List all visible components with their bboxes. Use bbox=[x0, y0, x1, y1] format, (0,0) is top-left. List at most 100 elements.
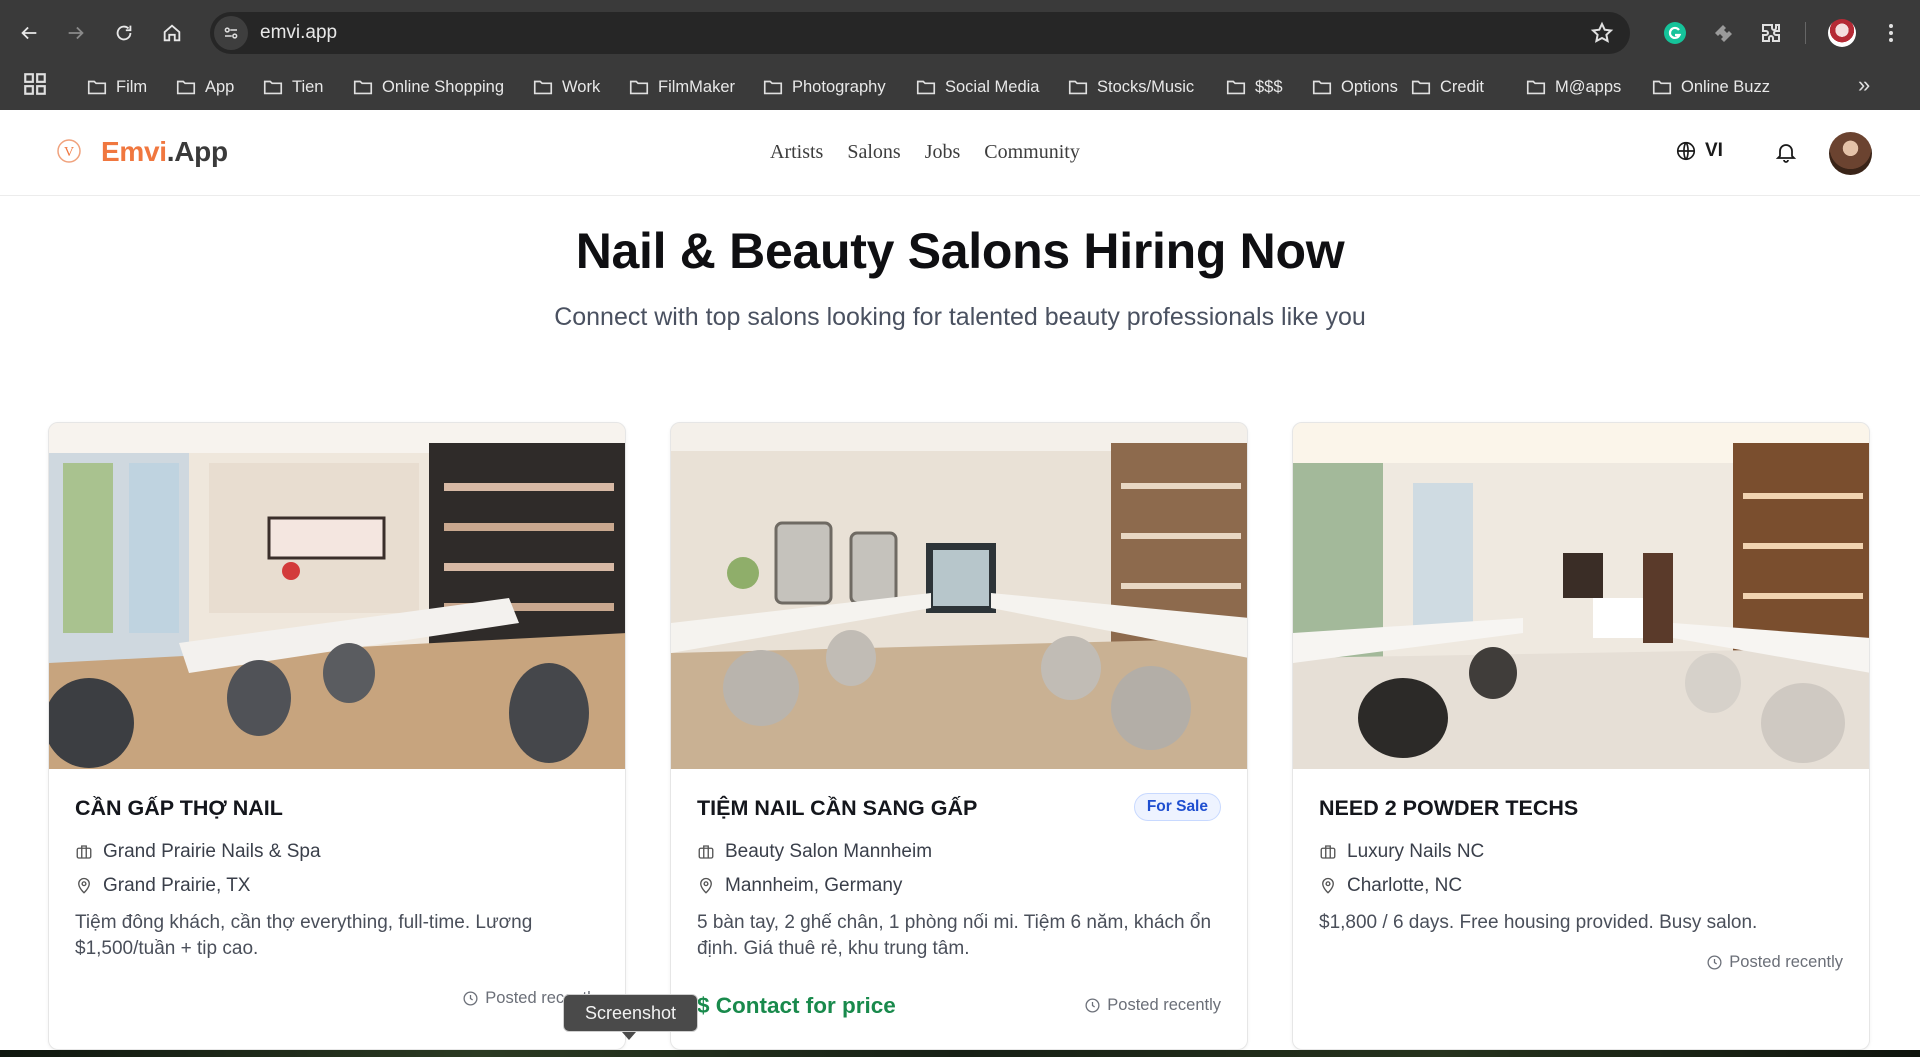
briefcase-icon bbox=[698, 845, 714, 859]
location-row: Mannheim, Germany bbox=[697, 875, 902, 897]
folder-icon bbox=[1526, 80, 1546, 95]
page-title: Nail & Beauty Salons Hiring Now bbox=[575, 223, 1345, 279]
folder-icon bbox=[1652, 80, 1672, 95]
bookmark-folder[interactable]: FilmMaker bbox=[628, 70, 735, 104]
location: Charlotte, NC bbox=[1347, 875, 1463, 896]
bookmark-label: Online Shopping bbox=[382, 77, 505, 96]
nav-salons[interactable]: Salons bbox=[847, 141, 900, 164]
nav-community[interactable]: Community bbox=[984, 141, 1080, 164]
bookmark-folder[interactable]: Photography bbox=[762, 70, 886, 104]
folder-icon bbox=[353, 80, 373, 95]
notification-bell-icon[interactable] bbox=[1774, 140, 1798, 164]
bookmark-label: $$$ bbox=[1255, 77, 1283, 96]
bookmark-folder[interactable]: Stocks/Music bbox=[1067, 70, 1194, 104]
globe-icon bbox=[1676, 141, 1696, 161]
logo-glyph: V bbox=[64, 145, 74, 160]
bookmark-folder[interactable]: Social Media bbox=[915, 70, 1039, 104]
bookmark-folder[interactable]: Tien bbox=[262, 70, 324, 104]
folder-icon bbox=[916, 80, 936, 95]
job-card[interactable]: TIỆM NAIL CẦN SANG GẤP For Sale Beauty S… bbox=[670, 422, 1248, 1050]
page-subtitle: Connect with top salons looking for tale… bbox=[554, 303, 1366, 331]
apps-grid-icon[interactable] bbox=[22, 71, 48, 97]
nav-jobs[interactable]: Jobs bbox=[925, 141, 961, 164]
url-text[interactable]: emvi.app bbox=[260, 22, 337, 44]
job-card[interactable]: NEED 2 POWDER TECHS Luxury Nails NC Char… bbox=[1292, 422, 1870, 1050]
site-header: V Emvi.App Artists Salons Jobs Community… bbox=[0, 110, 1920, 196]
location-row: Charlotte, NC bbox=[1319, 875, 1462, 897]
back-icon[interactable] bbox=[11, 15, 47, 51]
bookmark-label: Stocks/Music bbox=[1097, 77, 1195, 96]
salon-name-row: Grand Prairie Nails & Spa bbox=[75, 841, 321, 863]
bookmark-folder[interactable]: Film bbox=[86, 70, 147, 104]
bookmark-folder[interactable]: $$$ bbox=[1225, 70, 1283, 104]
bookmark-label: FilmMaker bbox=[658, 77, 735, 96]
home-icon[interactable] bbox=[154, 15, 190, 51]
map-pin-icon bbox=[78, 877, 90, 894]
price-contact[interactable]: $ Contact for price bbox=[697, 993, 896, 1019]
desktop-background-strip bbox=[0, 1050, 1920, 1057]
posted-label: Posted recently bbox=[1107, 996, 1221, 1014]
bookmark-label: Film bbox=[116, 77, 148, 96]
clock-icon bbox=[463, 991, 478, 1006]
salon-name: Grand Prairie Nails & Spa bbox=[103, 841, 321, 862]
posted-time: Posted recently bbox=[1084, 996, 1221, 1015]
bookmark-folder[interactable]: Online Shopping bbox=[352, 70, 504, 104]
bookmark-label: Work bbox=[562, 77, 601, 96]
bookmark-label: Photography bbox=[792, 77, 886, 96]
nav-artists[interactable]: Artists bbox=[770, 141, 823, 164]
folder-icon bbox=[176, 80, 196, 95]
browser-profile-avatar[interactable] bbox=[1828, 19, 1856, 47]
salon-photo bbox=[49, 423, 625, 769]
bookmark-folder[interactable]: Online Buzz bbox=[1651, 70, 1770, 104]
briefcase-icon bbox=[76, 845, 92, 859]
extensions-icon[interactable] bbox=[1756, 18, 1786, 48]
job-title[interactable]: NEED 2 POWDER TECHS bbox=[1319, 796, 1578, 821]
bookmark-folder[interactable]: Credit bbox=[1410, 70, 1484, 104]
logo-icon[interactable]: V bbox=[56, 137, 82, 167]
posted-label: Posted recently bbox=[1729, 953, 1843, 971]
salon-name: Luxury Nails NC bbox=[1347, 841, 1485, 862]
folder-icon bbox=[763, 80, 783, 95]
bookmark-folder[interactable]: App bbox=[175, 70, 234, 104]
salon-name: Beauty Salon Mannheim bbox=[725, 841, 933, 862]
user-avatar[interactable] bbox=[1829, 132, 1872, 175]
language-switcher[interactable]: VI bbox=[1675, 140, 1723, 162]
location-row: Grand Prairie, TX bbox=[75, 875, 250, 897]
folder-icon bbox=[1226, 80, 1246, 95]
bookmark-label: Social Media bbox=[945, 77, 1040, 96]
job-description: $1,800 / 6 days. Free housing provided. … bbox=[1319, 912, 1758, 933]
bookmark-folder[interactable]: M@apps bbox=[1525, 70, 1621, 104]
job-description: Tiệm đông khách, cần thợ everything, ful… bbox=[75, 912, 533, 959]
bookmark-label: Online Buzz bbox=[1681, 77, 1770, 96]
extension-puzzle-dark-icon[interactable] bbox=[1708, 18, 1738, 48]
folder-icon bbox=[629, 80, 649, 95]
job-card[interactable]: CẦN GẤP THỢ NAIL Grand Prairie Nails & S… bbox=[48, 422, 626, 1050]
bookmark-star-icon[interactable] bbox=[1590, 21, 1614, 50]
job-title[interactable]: CẦN GẤP THỢ NAIL bbox=[75, 796, 283, 821]
browser-menu-icon[interactable] bbox=[1876, 18, 1906, 48]
map-pin-icon bbox=[1322, 877, 1334, 894]
grammarly-extension-icon[interactable] bbox=[1660, 18, 1690, 48]
folder-icon bbox=[1068, 80, 1088, 95]
reload-icon[interactable] bbox=[106, 15, 142, 51]
salon-name-row: Beauty Salon Mannheim bbox=[697, 841, 932, 863]
salon-photo bbox=[1293, 423, 1869, 769]
site-logo[interactable]: Emvi.App bbox=[101, 136, 228, 168]
screenshot-tooltip: Screenshot bbox=[563, 994, 698, 1040]
folder-icon bbox=[533, 80, 553, 95]
forward-icon[interactable] bbox=[58, 15, 94, 51]
more-bookmarks-chevron-icon[interactable]: » bbox=[1858, 72, 1870, 98]
web-page: V Emvi.App Artists Salons Jobs Community… bbox=[0, 110, 1920, 1050]
posted-time: Posted recently bbox=[1706, 953, 1843, 972]
bookmark-folder[interactable]: Work bbox=[532, 70, 600, 104]
browser-chrome: emvi.app Film App Tien Online Shopping W… bbox=[0, 0, 1920, 110]
logo-text-emvi: Emvi bbox=[101, 136, 167, 167]
bookmark-label: Options bbox=[1341, 77, 1398, 96]
briefcase-icon bbox=[1320, 845, 1336, 859]
bookmark-folder[interactable]: Options bbox=[1311, 70, 1398, 104]
job-title[interactable]: TIỆM NAIL CẦN SANG GẤP bbox=[697, 796, 977, 821]
main-nav: Artists Salons Jobs Community bbox=[770, 141, 1080, 164]
site-info-icon[interactable] bbox=[214, 16, 248, 50]
address-bar[interactable]: emvi.app bbox=[210, 12, 1630, 54]
toolbar-divider bbox=[1805, 22, 1806, 44]
